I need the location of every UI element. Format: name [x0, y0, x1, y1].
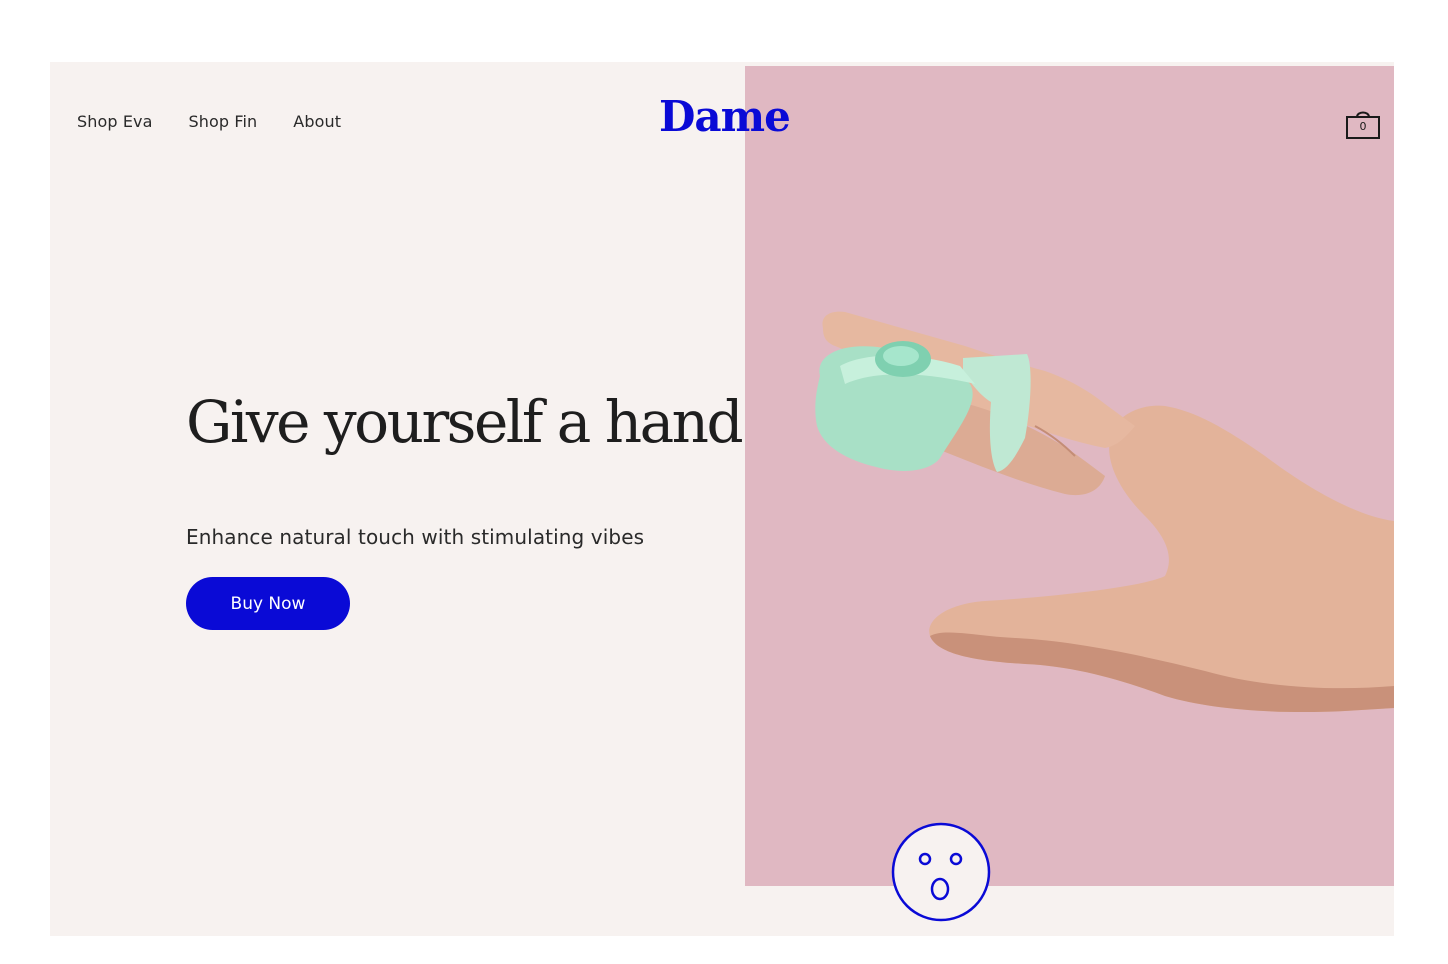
- main-nav: Shop Eva Shop Fin About: [77, 112, 341, 131]
- brand-logo[interactable]: Dame: [659, 92, 791, 141]
- nav-link-about[interactable]: About: [293, 112, 341, 131]
- hero-title: Give yourself a hand: [186, 388, 744, 456]
- hero-image-panel: [745, 66, 1394, 886]
- buy-now-button[interactable]: Buy Now: [186, 577, 350, 630]
- page: Shop Eva Shop Fin About Dame 0 Give your…: [50, 62, 1394, 936]
- cart-count: 0: [1359, 120, 1367, 133]
- cart-button[interactable]: 0: [1346, 108, 1380, 140]
- nav-link-shop-fin[interactable]: Shop Fin: [189, 112, 258, 131]
- nav-link-shop-eva[interactable]: Shop Eva: [77, 112, 153, 131]
- chat-widget-button[interactable]: [890, 821, 992, 923]
- hero-subtitle: Enhance natural touch with stimulating v…: [186, 525, 645, 549]
- surprised-face-icon: [891, 822, 991, 922]
- hand-with-vibrator-image: [815, 311, 1394, 713]
